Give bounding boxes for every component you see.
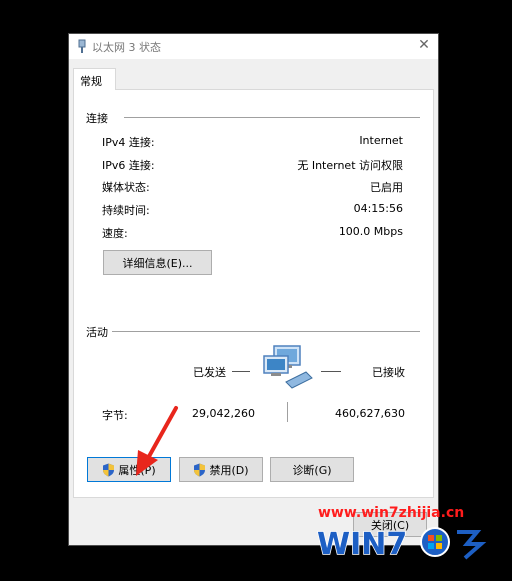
bytes-divider <box>287 402 288 422</box>
disable-button[interactable]: 禁用(D) <box>179 457 263 482</box>
disable-label: 禁用(D) <box>209 463 249 477</box>
sent-dash <box>232 371 250 372</box>
received-label: 已接收 <box>372 366 405 379</box>
general-panel: 连接 IPv4 连接: Internet IPv6 连接: 无 Internet… <box>73 89 434 498</box>
close-icon[interactable]: ✕ <box>416 37 432 53</box>
details-button[interactable]: 详细信息(E)... <box>103 250 212 275</box>
window-title: 以太网 3 状态 <box>92 41 161 54</box>
red-arrow-annotation <box>136 406 178 476</box>
ipv4-label: IPv4 连接: <box>102 136 155 149</box>
media-state-value: 已启用 <box>370 181 403 194</box>
activity-group-label: 活动 <box>86 326 108 339</box>
duration-value: 04:15:56 <box>353 202 403 215</box>
bytes-label: 字节: <box>102 409 128 422</box>
speed-label: 速度: <box>102 227 128 240</box>
media-state-label: 媒体状态: <box>102 181 150 194</box>
network-status-dialog: 以太网 3 状态 ✕ 常规 连接 IPv4 连接: Internet IPv6 … <box>68 33 439 546</box>
watermark-url: www.win7zhijia.cn <box>318 505 465 521</box>
connection-group-line <box>124 117 420 118</box>
sent-label: 已发送 <box>193 366 226 379</box>
duration-label: 持续时间: <box>102 204 150 217</box>
win7-watermark-logo: WIN7 <box>316 526 487 560</box>
bytes-sent-value: 29,042,260 <box>192 407 255 420</box>
network-adapter-icon <box>78 39 86 53</box>
activity-group-line <box>112 331 420 332</box>
ipv4-value: Internet <box>359 134 403 147</box>
uac-shield-icon <box>103 463 115 476</box>
title-bar[interactable]: 以太网 3 状态 ✕ <box>69 34 438 59</box>
diagnose-button[interactable]: 诊断(G) <box>270 457 354 482</box>
tab-general[interactable]: 常规 <box>73 68 116 90</box>
ipv6-label: IPv6 连接: <box>102 159 155 172</box>
connection-group-label: 连接 <box>86 112 108 125</box>
speed-value: 100.0 Mbps <box>338 225 403 238</box>
uac-shield-icon <box>194 463 206 476</box>
network-computers-icon <box>263 345 313 389</box>
ipv6-value: 无 Internet 访问权限 <box>297 159 403 172</box>
svg-text:WIN7: WIN7 <box>317 527 407 560</box>
received-dash <box>321 371 341 372</box>
bytes-received-value: 460,627,630 <box>335 407 405 420</box>
